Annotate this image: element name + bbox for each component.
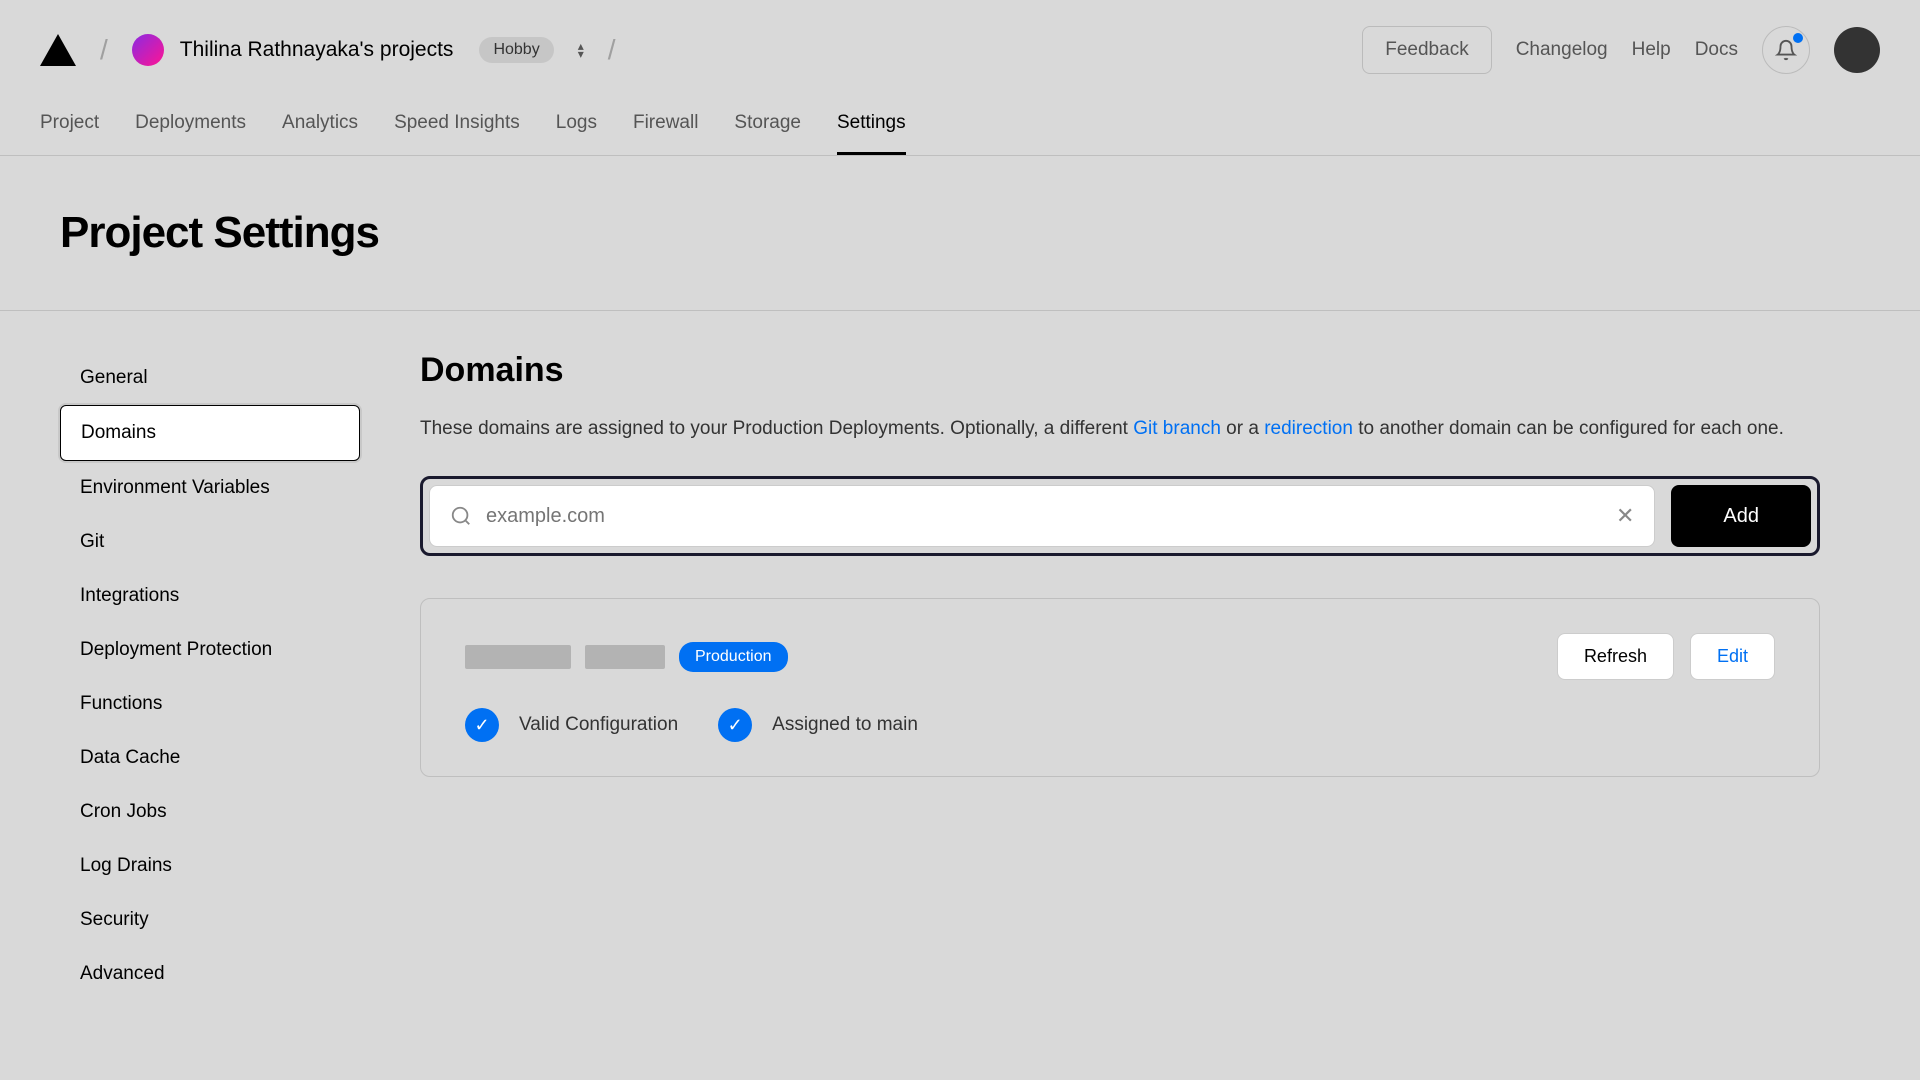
page-title: Project Settings (60, 208, 1860, 258)
sidebar-item-git[interactable]: Git (60, 515, 360, 569)
sidebar-item-functions[interactable]: Functions (60, 677, 360, 731)
help-link[interactable]: Help (1632, 39, 1671, 61)
sidebar-item-deployment-protection[interactable]: Deployment Protection (60, 623, 360, 677)
search-icon (450, 505, 472, 527)
sidebar-item-domains[interactable]: Domains (60, 405, 360, 461)
sidebar-item-security[interactable]: Security (60, 893, 360, 947)
sidebar-item-advanced[interactable]: Advanced (60, 947, 360, 1001)
domain-name-redacted (465, 645, 571, 669)
notifications-button[interactable] (1762, 26, 1810, 74)
section-description: These domains are assigned to your Produ… (420, 414, 1820, 444)
scope-switcher-icon[interactable]: ▴▾ (578, 42, 584, 58)
tab-project[interactable]: Project (40, 100, 99, 155)
git-branch-link[interactable]: Git branch (1133, 418, 1221, 439)
add-button[interactable]: Add (1671, 485, 1811, 547)
tab-settings[interactable]: Settings (837, 100, 906, 155)
tab-speed-insights[interactable]: Speed Insights (394, 100, 520, 155)
docs-link[interactable]: Docs (1695, 39, 1738, 61)
sidebar-item-integrations[interactable]: Integrations (60, 569, 360, 623)
tab-analytics[interactable]: Analytics (282, 100, 358, 155)
domain-input-wrapper[interactable]: ✕ (429, 485, 1655, 547)
separator-icon: / (608, 34, 616, 66)
tab-deployments[interactable]: Deployments (135, 100, 246, 155)
refresh-button[interactable]: Refresh (1557, 633, 1674, 680)
tab-logs[interactable]: Logs (556, 100, 597, 155)
user-avatar[interactable] (1834, 27, 1880, 73)
section-title: Domains (420, 351, 1820, 390)
team-avatar-icon[interactable] (132, 34, 164, 66)
tab-firewall[interactable]: Firewall (633, 100, 698, 155)
sidebar-item-environment-variables[interactable]: Environment Variables (60, 461, 360, 515)
domain-card: Production Refresh Edit ✓ Valid Configur… (420, 598, 1820, 777)
domain-input[interactable] (486, 505, 1616, 528)
status-valid-config: ✓ Valid Configuration (465, 708, 678, 742)
sidebar-item-log-drains[interactable]: Log Drains (60, 839, 360, 893)
vercel-logo-icon[interactable] (40, 34, 76, 66)
edit-button[interactable]: Edit (1690, 633, 1775, 680)
add-domain-form: ✕ Add (420, 476, 1820, 556)
plan-badge: Hobby (479, 37, 553, 63)
changelog-link[interactable]: Changelog (1516, 39, 1608, 61)
domain-name-redacted (585, 645, 665, 669)
settings-sidebar: GeneralDomainsEnvironment VariablesGitIn… (60, 351, 360, 1001)
separator-icon: / (100, 34, 108, 66)
check-circle-icon: ✓ (465, 708, 499, 742)
status-assigned: ✓ Assigned to main (718, 708, 918, 742)
tab-storage[interactable]: Storage (734, 100, 801, 155)
redirection-link[interactable]: redirection (1264, 418, 1353, 439)
sidebar-item-data-cache[interactable]: Data Cache (60, 731, 360, 785)
project-name[interactable]: Thilina Rathnayaka's projects (180, 38, 454, 62)
notification-dot-icon (1793, 33, 1803, 43)
production-badge: Production (679, 642, 788, 672)
bell-icon (1775, 39, 1797, 61)
sidebar-item-cron-jobs[interactable]: Cron Jobs (60, 785, 360, 839)
feedback-button[interactable]: Feedback (1362, 26, 1491, 74)
clear-icon[interactable]: ✕ (1616, 503, 1634, 529)
sidebar-item-general[interactable]: General (60, 351, 360, 405)
check-circle-icon: ✓ (718, 708, 752, 742)
nav-tabs: Project Deployments Analytics Speed Insight… (0, 100, 1920, 156)
